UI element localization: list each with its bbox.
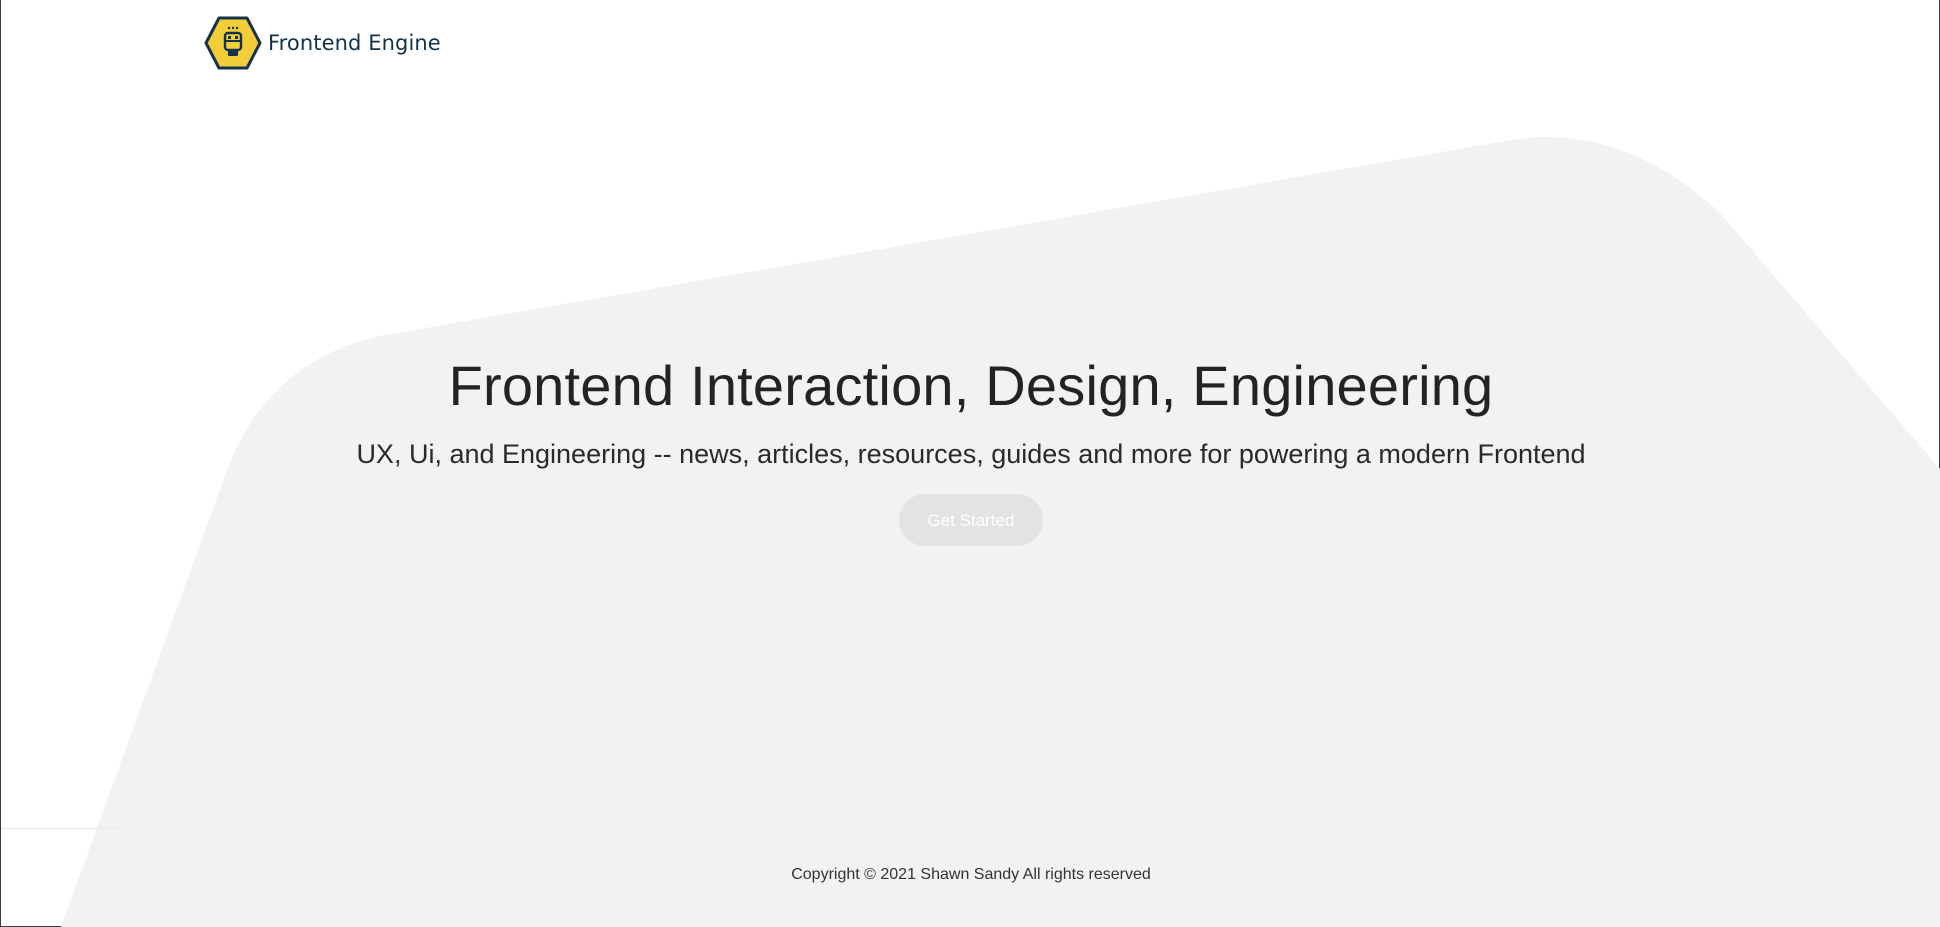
robot-hexagon-icon: [204, 16, 262, 70]
hero-section: Frontend Interaction, Design, Engineerin…: [1, 350, 1940, 546]
footer: Copyright © 2021 Shawn Sandy All rights …: [1, 866, 1940, 884]
copyright-text: Copyright © 2021 Shawn Sandy All rights …: [791, 866, 1151, 883]
hero-subtitle: UX, Ui, and Engineering -- news, article…: [356, 439, 1586, 469]
brand-name: Frontend Engine: [268, 31, 441, 55]
get-started-button[interactable]: Get Started: [899, 494, 1043, 546]
footer-divider: [1, 828, 121, 829]
brand-logo-link[interactable]: Frontend Engine: [204, 16, 441, 70]
hero-title: Frontend Interaction, Design, Engineerin…: [448, 354, 1494, 417]
